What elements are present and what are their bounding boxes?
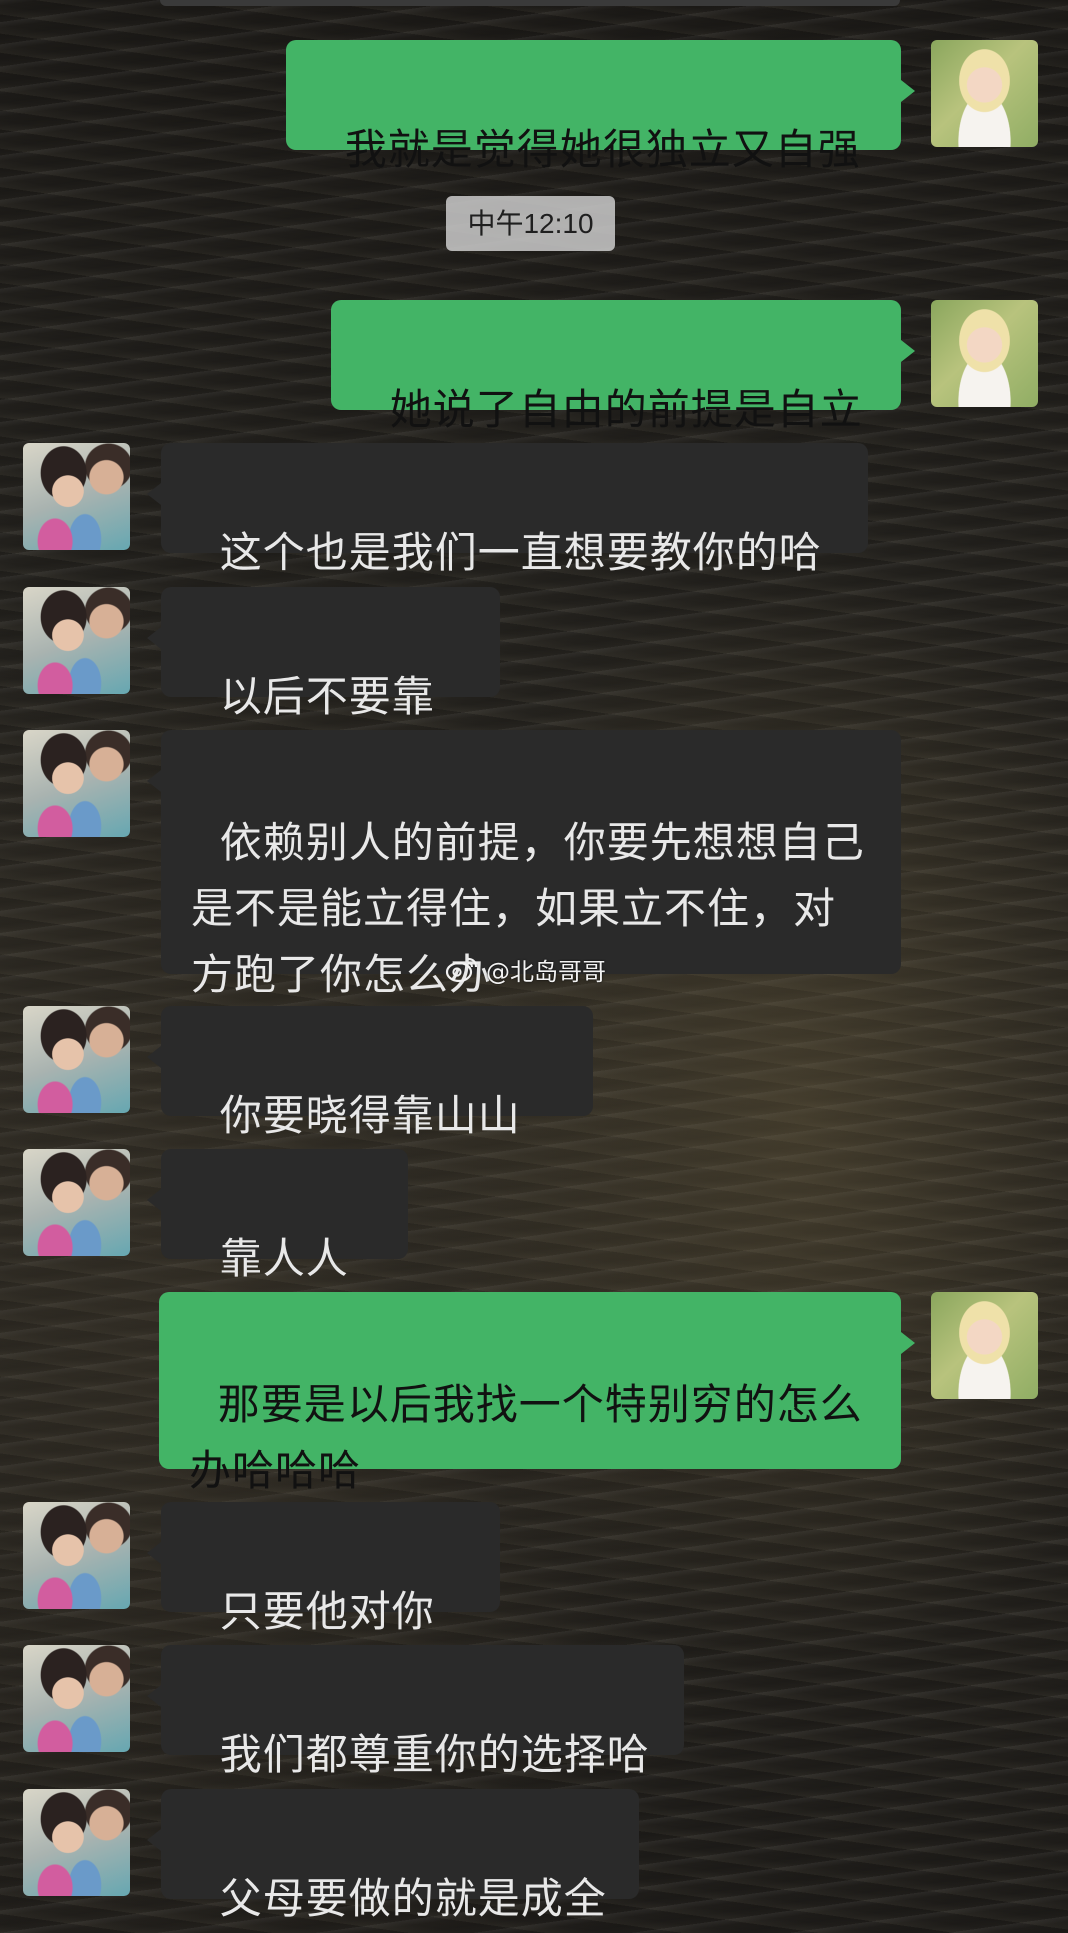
parent-avatar-icon[interactable] — [23, 730, 130, 837]
watermark-text: @北岛哥哥 — [486, 957, 606, 986]
message-text: 我们都尊重你的选择哈 — [219, 1730, 650, 1779]
message-text: 那要是以后我找一个特别穷的怎么办哈哈哈 — [189, 1380, 863, 1495]
message-bubble-self[interactable]: 我就是觉得她很独立又自强 — [286, 40, 915, 174]
parent-avatar-icon[interactable] — [23, 1006, 130, 1113]
message-text: 我就是觉得她很独立又自强 — [344, 125, 861, 174]
parent-avatar-icon[interactable] — [23, 1149, 130, 1256]
message-bubble-parent[interactable]: 依赖别人的前提，你要先想想自己是不是能立得住，如果立不住，对方跑了你怎么办 — [147, 730, 901, 999]
message-text: 父母要做的就是成全 — [219, 1874, 607, 1923]
parent-avatar-icon[interactable] — [23, 1789, 130, 1896]
weibo-watermark: @北岛哥哥 — [444, 949, 606, 989]
parent-avatar-icon[interactable] — [23, 1502, 130, 1609]
message-bubble-self[interactable]: 那要是以后我找一个特别穷的怎么办哈哈哈 — [159, 1292, 915, 1495]
message-bubble-parent[interactable]: 父母要做的就是成全 — [147, 1789, 639, 1923]
top-overlay-strip — [160, 0, 900, 6]
parent-avatar-icon[interactable] — [23, 587, 130, 694]
message-text: 这个也是我们一直想要教你的哈 — [219, 528, 822, 577]
self-avatar-icon[interactable] — [931, 40, 1038, 147]
message-text: 她说了自由的前提是自立 — [389, 385, 863, 434]
message-bubble-parent[interactable]: 以后不要靠谁 — [147, 587, 500, 787]
self-avatar-icon[interactable] — [931, 300, 1038, 407]
message-bubble-parent[interactable]: 我们都尊重你的选择哈 — [147, 1645, 684, 1779]
timestamp-badge: 中午12:10 — [446, 196, 615, 251]
message-bubble-self[interactable]: 她说了自由的前提是自立 — [331, 300, 915, 434]
parent-avatar-icon[interactable] — [23, 443, 130, 550]
message-bubble-parent[interactable]: 靠人人跑 — [147, 1149, 408, 1349]
message-bubble-parent[interactable]: 这个也是我们一直想要教你的哈 — [147, 443, 868, 577]
self-avatar-icon[interactable] — [931, 1292, 1038, 1399]
message-bubble-parent[interactable]: 你要晓得靠山山倒 — [147, 1006, 593, 1206]
weibo-icon — [444, 955, 478, 983]
message-bubble-parent[interactable]: 只要他对你好 — [147, 1502, 500, 1702]
parent-avatar-icon[interactable] — [23, 1645, 130, 1752]
